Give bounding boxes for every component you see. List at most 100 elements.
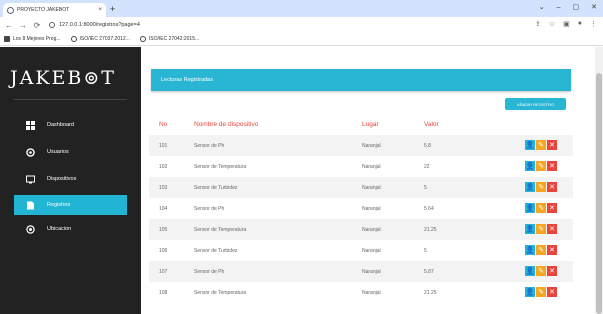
delete-x-icon[interactable]: ✕ — [547, 140, 557, 150]
table-row: 103 Sensor de Turbidez Naranjal 5 👤 ✎ ✕ — [149, 177, 573, 198]
cell-place: Naranjal — [362, 164, 381, 170]
cell-device: Sensor de Temperatura — [194, 227, 247, 233]
sidebar-item-label: Ubicacion — [47, 226, 72, 232]
location-icon — [26, 224, 35, 234]
share-icon[interactable]: ⇪ — [535, 20, 541, 28]
sidebar-item-ubicacion[interactable]: Ubicacion — [14, 219, 127, 239]
row-actions: 👤 ✎ ✕ — [525, 140, 557, 150]
cell-no: 101 — [159, 143, 168, 149]
bookmark-label: ISO/IEC 27037:2012... — [79, 36, 130, 42]
edit-pencil-icon[interactable]: ✎ — [536, 245, 546, 255]
delete-x-icon[interactable]: ✕ — [547, 245, 557, 255]
tab-close-icon[interactable]: × — [98, 7, 102, 13]
sidebar-item-label: Dispositivos — [47, 176, 77, 182]
view-user-icon[interactable]: 👤 — [525, 287, 535, 297]
scrollbar-thumb[interactable] — [596, 73, 602, 314]
user-icon — [26, 147, 35, 157]
bookmarks-bar: Los 8 Mejores Prog... ISO/IEC 27037:2012… — [0, 33, 603, 46]
reload-icon[interactable]: ⟳ — [33, 21, 41, 30]
delete-x-icon[interactable]: ✕ — [547, 266, 557, 276]
sidebar-item-usuarios[interactable]: Usuarios — [14, 142, 127, 162]
dashboard-icon — [26, 120, 35, 130]
column-header-device: Nombre de dispositivo — [194, 121, 259, 128]
bookmark-star-icon[interactable]: ☆ — [549, 20, 555, 28]
profile-icon[interactable]: ● — [578, 20, 582, 28]
bookmark-icon — [4, 36, 10, 42]
edit-pencil-icon[interactable]: ✎ — [536, 287, 546, 297]
view-user-icon[interactable]: 👤 — [525, 245, 535, 255]
edit-pencil-icon[interactable]: ✎ — [536, 140, 546, 150]
table-row: 107 Sensor de Ph Naranjal 5.87 👤 ✎ ✕ — [149, 261, 573, 282]
table-row: 108 Sensor de Temperatura Naranjal 21.25… — [149, 282, 573, 303]
table-row: 104 Sensor de Ph Naranjal 5.64 👤 ✎ ✕ — [149, 198, 573, 219]
edit-pencil-icon[interactable]: ✎ — [536, 266, 546, 276]
delete-x-icon[interactable]: ✕ — [547, 182, 557, 192]
tab-search-icon[interactable]: ⌄ — [539, 2, 545, 14]
cell-place: Naranjal — [362, 185, 381, 191]
edit-pencil-icon[interactable]: ✎ — [536, 203, 546, 213]
cell-place: Naranjal — [362, 227, 381, 233]
delete-x-icon[interactable]: ✕ — [547, 224, 557, 234]
view-user-icon[interactable]: 👤 — [525, 203, 535, 213]
bookmark-item[interactable]: ISO/IEC 27037:2012... — [70, 36, 130, 42]
bookmark-label: ISO/IEC 27042:2015... — [148, 36, 200, 42]
app-logo[interactable]: JAKEB⊚T — [10, 67, 116, 89]
sidepanel-icon[interactable]: ▣ — [563, 20, 570, 28]
edit-pencil-icon[interactable]: ✎ — [536, 161, 546, 171]
menu-icon[interactable]: ⋮ — [590, 20, 597, 28]
table-header: No Nombre de dispositivo Lugar Valor — [141, 119, 581, 133]
cell-no: 107 — [159, 269, 168, 275]
device-icon — [26, 175, 35, 184]
column-header-value: Valor — [424, 121, 439, 128]
view-user-icon[interactable]: 👤 — [525, 182, 535, 192]
bookmark-item[interactable]: Los 8 Mejores Prog... — [4, 36, 61, 42]
browser-tab[interactable]: PROYECTO JAKEBOT × — [3, 3, 106, 17]
url-text: 127.0.0.1:8000/registros?page=4 — [59, 22, 140, 28]
view-user-icon[interactable]: 👤 — [525, 161, 535, 171]
delete-x-icon[interactable]: ✕ — [547, 161, 557, 171]
scrollbar[interactable] — [595, 47, 603, 314]
row-actions: 👤 ✎ ✕ — [525, 245, 557, 255]
back-arrow-icon[interactable]: ← — [5, 21, 13, 30]
info-icon[interactable] — [49, 22, 55, 28]
row-actions: 👤 ✎ ✕ — [525, 161, 557, 171]
view-user-icon[interactable]: 👤 — [525, 266, 535, 276]
cell-device: Sensor de Temperatura — [194, 290, 247, 296]
delete-x-icon[interactable]: ✕ — [547, 287, 557, 297]
new-tab-button[interactable]: + — [110, 3, 115, 15]
close-window-button[interactable]: ✕ — [591, 2, 597, 14]
forward-arrow-icon[interactable]: → — [19, 21, 27, 30]
table-row: 106 Sensor de Turbidez Naranjal 5 👤 ✎ ✕ — [149, 240, 573, 261]
row-actions: 👤 ✎ ✕ — [525, 224, 557, 234]
main-content: Lecturas Registradas AÑADIR REGISTRO No … — [141, 47, 595, 314]
maximize-button[interactable]: ▢ — [573, 2, 580, 14]
sidebar-item-label: Registros — [47, 202, 71, 208]
globe-icon — [7, 6, 14, 14]
address-bar: ← → ⟳ 127.0.0.1:8000/registros?page=4 ⇪ … — [0, 17, 603, 33]
view-user-icon[interactable]: 👤 — [525, 140, 535, 150]
page-title: Lecturas Registradas — [151, 69, 571, 91]
sidebar: JAKEB⊚T Dashboard Usuarios Dispositivos … — [0, 47, 141, 314]
cell-value: 21.25 — [424, 290, 437, 296]
sidebar-item-registros[interactable]: Registros — [14, 195, 127, 215]
cell-place: Naranjal — [362, 290, 381, 296]
url-field[interactable]: 127.0.0.1:8000/registros?page=4 — [49, 22, 140, 28]
sidebar-item-dashboard[interactable]: Dashboard — [14, 115, 127, 135]
cell-device: Sensor de Turbidez — [194, 185, 238, 191]
row-actions: 👤 ✎ ✕ — [525, 182, 557, 192]
edit-pencil-icon[interactable]: ✎ — [536, 182, 546, 192]
delete-x-icon[interactable]: ✕ — [547, 203, 557, 213]
cell-value: 5 — [424, 248, 427, 254]
add-record-button[interactable]: AÑADIR REGISTRO — [505, 98, 566, 110]
bookmark-item[interactable]: ISO/IEC 27042:2015... — [139, 36, 200, 42]
cell-value: 5.64 — [424, 206, 434, 212]
edit-pencil-icon[interactable]: ✎ — [536, 224, 546, 234]
view-user-icon[interactable]: 👤 — [525, 224, 535, 234]
cell-no: 102 — [159, 164, 168, 170]
cell-value: 21.25 — [424, 227, 437, 233]
cell-place: Naranjal — [362, 248, 381, 254]
window-controls: ⌄ – ▢ ✕ — [539, 2, 597, 14]
sidebar-item-dispositivos[interactable]: Dispositivos — [14, 169, 127, 189]
sidebar-item-label: Usuarios — [47, 149, 69, 155]
minimize-button[interactable]: – — [557, 2, 561, 14]
